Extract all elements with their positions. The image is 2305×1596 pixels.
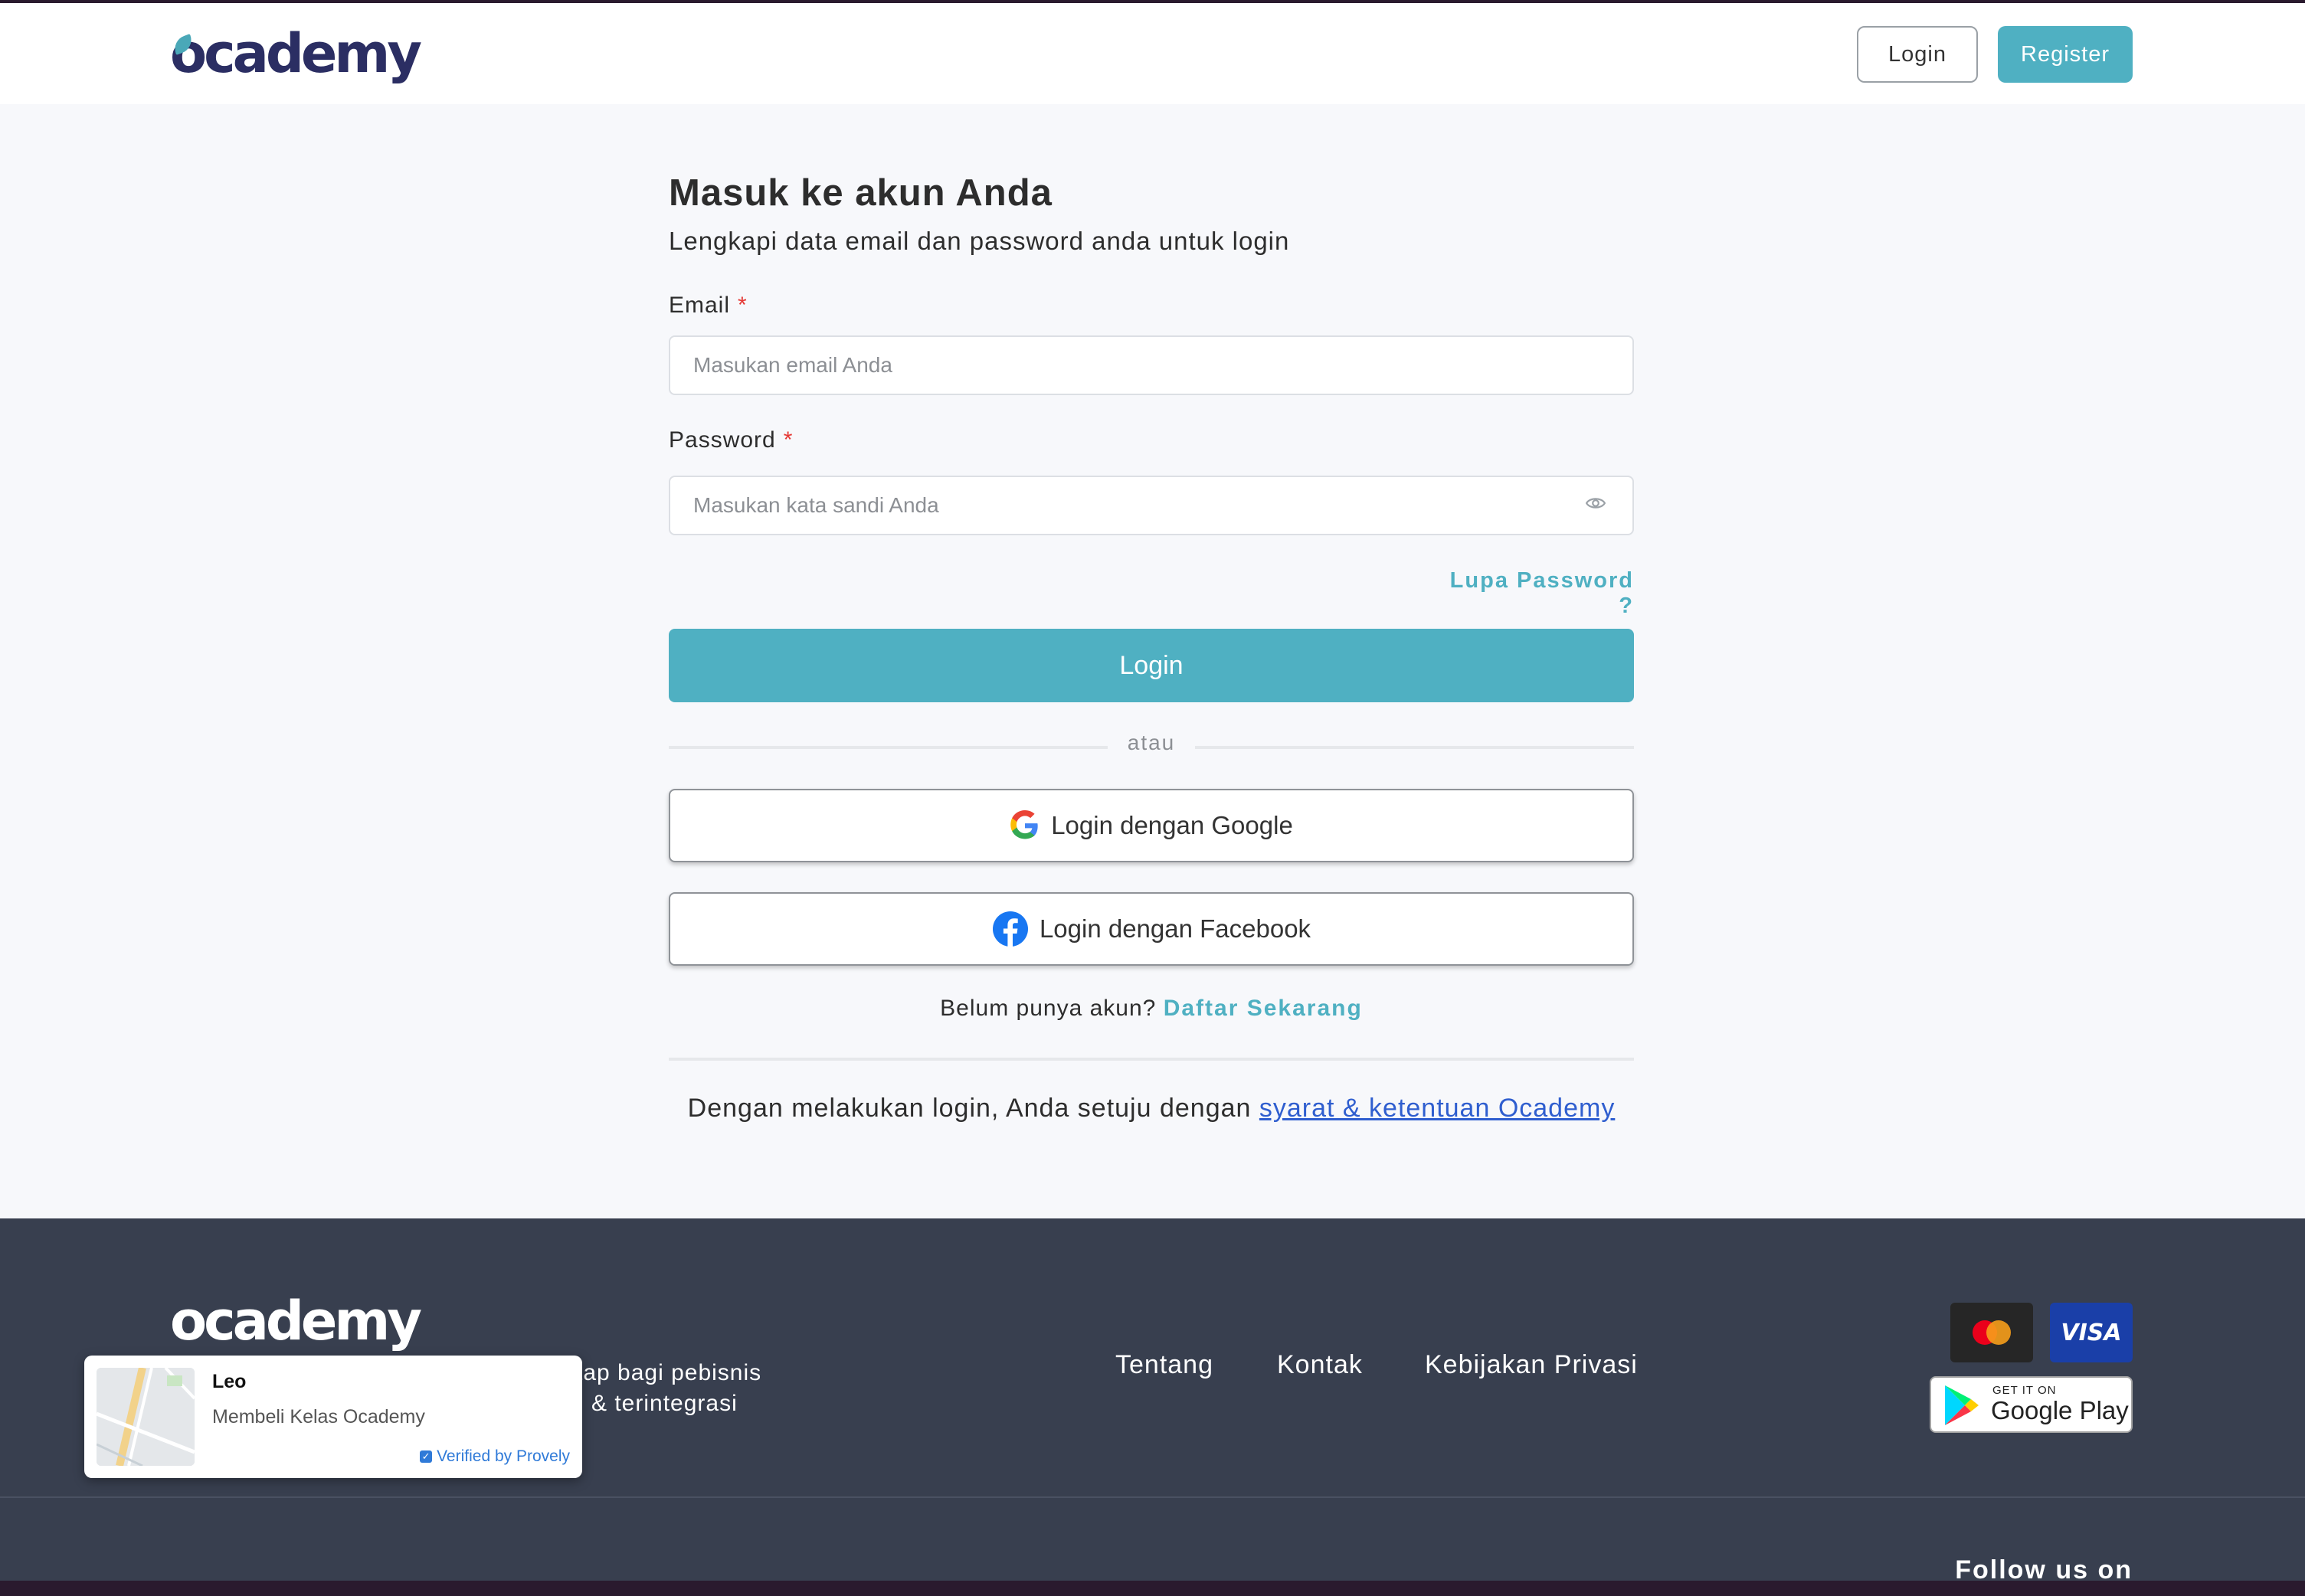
forgot-password-link[interactable]: Lupa Password ?: [1436, 568, 1634, 619]
login-facebook-button[interactable]: Login dengan Facebook: [669, 892, 1634, 966]
purchase-notification[interactable]: Leo Membeli Kelas Ocademy ✓ Verified by …: [84, 1356, 582, 1478]
verified-text: Verified by Provely: [437, 1447, 570, 1465]
signup-link[interactable]: Daftar Sekarang: [1164, 996, 1363, 1021]
divider-line-left: [669, 746, 1108, 749]
facebook-icon: [992, 911, 1028, 947]
notification-message: Membeli Kelas Ocademy: [212, 1406, 425, 1428]
login-google-button[interactable]: Login dengan Google: [669, 789, 1634, 862]
google-play-badge[interactable]: GET IT ON Google Play: [1930, 1376, 2133, 1433]
google-button-label: Login dengan Google: [1051, 811, 1293, 839]
footer-link-privacy[interactable]: Kebijakan Privasi: [1425, 1350, 1638, 1380]
form-separator: [669, 1058, 1634, 1061]
google-play-big-text: Google Play: [1991, 1396, 2129, 1424]
notification-name: Leo: [212, 1371, 247, 1392]
mastercard-icon: [1950, 1303, 2033, 1362]
terms-link[interactable]: syarat & ketentuan Ocademy: [1259, 1094, 1615, 1123]
google-icon: [1010, 810, 1038, 839]
email-input[interactable]: [669, 335, 1634, 395]
required-mark: *: [783, 427, 794, 453]
logo-text: ocademy: [170, 22, 422, 85]
login-submit-button[interactable]: Login: [669, 629, 1634, 702]
check-icon: ✓: [420, 1450, 433, 1463]
email-label-text: Email: [669, 293, 731, 318]
follow-us-label: Follow us on: [1955, 1555, 2133, 1581]
eye-icon[interactable]: [1586, 493, 1606, 513]
divider-text: atau: [1127, 731, 1176, 754]
divider-line-right: [1195, 746, 1634, 749]
map-thumbnail-image: [97, 1368, 195, 1466]
header-register-button[interactable]: Register: [1998, 26, 2133, 83]
signup-prompt-text: Belum punya akun?: [940, 996, 1157, 1021]
ocademy-logo[interactable]: ocademy: [170, 21, 422, 86]
google-play-icon: [1945, 1385, 1979, 1425]
page-subtitle: Lengkapi data email dan password anda un…: [669, 227, 1290, 255]
page-frame: ocademy Login Register Masuk ke akun And…: [0, 3, 2305, 1581]
password-input[interactable]: [669, 476, 1634, 535]
footer-link-kontak[interactable]: Kontak: [1277, 1350, 1363, 1380]
mastercard-circles-icon: [1973, 1320, 2011, 1345]
password-label: Password *: [669, 427, 793, 453]
footer-logo[interactable]: ocademy: [170, 1289, 422, 1353]
facebook-button-label: Login dengan Facebook: [1039, 914, 1311, 943]
header-login-button[interactable]: Login: [1857, 26, 1978, 83]
map-thumbnail: [97, 1368, 195, 1466]
terms-notice: Dengan melakukan login, Anda setuju deng…: [669, 1094, 1634, 1123]
page-title: Masuk ke akun Anda: [669, 172, 1053, 214]
footer-link-tentang[interactable]: Tentang: [1115, 1350, 1213, 1380]
signup-prompt: Belum punya akun? Daftar Sekarang: [669, 996, 1634, 1022]
required-mark: *: [738, 293, 748, 318]
terms-prefix: Dengan melakukan login, Anda setuju deng…: [687, 1094, 1252, 1123]
verified-badge: ✓ Verified by Provely: [420, 1447, 570, 1466]
top-navbar: ocademy Login Register: [0, 3, 2305, 104]
email-label: Email *: [669, 293, 748, 319]
google-play-small-text: GET IT ON: [1992, 1384, 2057, 1397]
footer-separator: [0, 1496, 2305, 1498]
password-label-text: Password: [669, 427, 776, 453]
visa-icon: VISA: [2050, 1303, 2133, 1362]
